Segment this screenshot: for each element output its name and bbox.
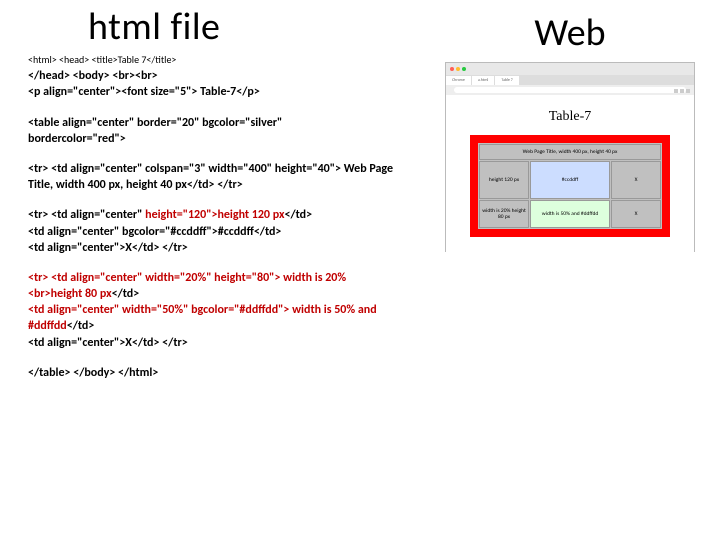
table-cell: X — [611, 161, 661, 199]
code-line: </td> — [284, 208, 312, 222]
left-heading: html file — [88, 4, 398, 50]
right-heading: Web — [440, 10, 700, 56]
code-line: <td align="center">X</td> </tr> — [28, 241, 188, 255]
browser-tab[interactable]: Table 7 — [495, 76, 519, 85]
code-line: <p align="center"><font size="5"> Table-… — [28, 85, 260, 99]
page-body: Table-7 Web Page Title, width 400 px, he… — [446, 95, 694, 253]
bookmark-icon[interactable] — [686, 89, 690, 93]
code-line: </td> — [67, 319, 95, 333]
code-line: <tr> <td align="center" — [28, 208, 145, 222]
code-line: </table> </body> </html> — [28, 365, 398, 381]
table-cell: width is 20% height 80 px — [479, 200, 529, 228]
window-controls — [446, 63, 694, 75]
rendered-table: Web Page Title, width 400 px, height 40 … — [470, 135, 670, 237]
code-highlight: height="120">height 120 px — [145, 208, 284, 222]
bookmark-icon[interactable] — [674, 89, 678, 93]
table-cell-header: Web Page Title, width 400 px, height 40 … — [479, 144, 661, 160]
code-line: bordercolor="red"> — [28, 132, 126, 146]
table-cell-blue: #ccddff — [530, 161, 610, 199]
close-icon[interactable] — [450, 67, 454, 71]
code-line: <td align="center">X</td> </tr> — [28, 336, 188, 350]
address-bar[interactable] — [454, 87, 686, 93]
code-line: <html> <head> <title>Table 7</title> — [28, 53, 176, 66]
bookmark-icon[interactable] — [680, 89, 684, 93]
bookmark-bar — [674, 89, 690, 93]
code-line: </td> — [112, 287, 140, 301]
code-line: <td align="center" bgcolor="#ccddff">#cc… — [28, 225, 281, 239]
maximize-icon[interactable] — [462, 67, 466, 71]
tab-bar: Chrome a.html Table 7 — [446, 75, 694, 85]
minimize-icon[interactable] — [456, 67, 460, 71]
rendered-title: Table-7 — [456, 109, 684, 125]
code-listing: <html> <head> <title>Table 7</title> </h… — [28, 52, 398, 381]
table-cell: height 120 px — [479, 161, 529, 199]
code-line: <table align="center" border="20" bgcolo… — [28, 116, 282, 130]
table-cell-green: width is 50% and #ddffdd — [530, 200, 610, 228]
table-cell: X — [611, 200, 661, 228]
browser-tab[interactable]: Chrome — [446, 76, 471, 85]
code-highlight: <tr> <td align="center" width="20%" heig… — [28, 271, 346, 301]
browser-tab[interactable]: a.html — [472, 76, 494, 85]
code-line: </head> <body> <br><br> — [28, 69, 158, 83]
code-line: </td> </tr> — [187, 178, 243, 192]
code-line: <tr> <td align="center" colspan="3" widt… — [28, 162, 344, 176]
browser-window: Chrome a.html Table 7 Table-7 Web Page T… — [445, 62, 695, 252]
toolbar — [446, 85, 694, 95]
